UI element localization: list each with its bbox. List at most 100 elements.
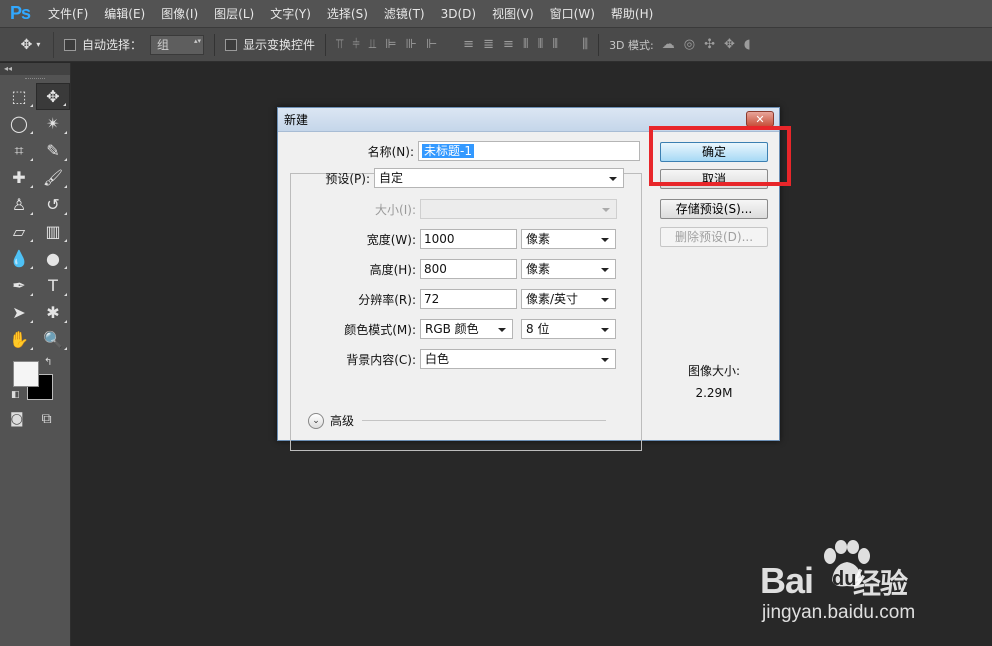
close-icon[interactable]: ✕: [746, 111, 774, 127]
flyout-indicator: [63, 103, 66, 106]
menu-file[interactable]: 文件(F): [40, 0, 96, 28]
menu-type[interactable]: 文字(Y): [262, 0, 319, 28]
width-row: 宽度(W): 1000 像素: [278, 229, 616, 249]
menu-view[interactable]: 视图(V): [484, 0, 542, 28]
align-bottom-icon[interactable]: ⫫: [369, 37, 376, 52]
auto-align-icon[interactable]: ⫼: [582, 37, 588, 52]
clone-stamp-tool-icon[interactable]: ♙: [2, 191, 36, 218]
eraser-tool-icon[interactable]: ▱: [2, 218, 36, 245]
distribute-hcenter-icon[interactable]: ⦀: [538, 37, 544, 52]
align-vcenter-icon[interactable]: ⫩: [352, 37, 359, 52]
healing-brush-tool-icon[interactable]: ✚: [2, 164, 36, 191]
resolution-input[interactable]: 72: [420, 289, 517, 309]
flyout-indicator: [64, 131, 67, 134]
color-mode-dropdown[interactable]: RGB 颜色: [420, 319, 513, 339]
highlight-annotation: [649, 126, 791, 186]
distribute-left-icon[interactable]: ⦀: [523, 37, 529, 52]
crop-tool-icon[interactable]: ⌗: [2, 137, 36, 164]
3d-mode-icons: ☁ ◎ ✣ ✥ ◖: [662, 37, 751, 52]
menu-help[interactable]: 帮助(H): [603, 0, 661, 28]
menu-edit[interactable]: 编辑(E): [96, 0, 153, 28]
toolbox-grip[interactable]: [0, 75, 70, 83]
name-input[interactable]: 未标题-1: [418, 141, 640, 161]
move-tool-icon[interactable]: ✥: [36, 83, 70, 110]
distribute-top-icon[interactable]: ≡: [463, 37, 474, 52]
menu-image[interactable]: 图像(I): [153, 0, 206, 28]
flyout-indicator: [64, 158, 67, 161]
resolution-unit-dropdown[interactable]: 像素/英寸: [521, 289, 616, 309]
watermark-jingyan: 经验: [853, 568, 908, 599]
3d-slide-icon[interactable]: ✥: [724, 37, 735, 52]
distribute-vcenter-icon[interactable]: ≣: [483, 37, 494, 52]
flyout-indicator: [30, 293, 33, 296]
distribute-right-icon[interactable]: ⦀: [552, 37, 558, 52]
align-right-icon[interactable]: ⊩: [426, 37, 437, 52]
auto-select-dropdown[interactable]: 组: [150, 34, 205, 55]
zoom-tool-icon[interactable]: 🔍: [36, 326, 70, 353]
background-label: 背景内容(C):: [346, 352, 416, 367]
pen-tool-icon[interactable]: ✒: [2, 272, 36, 299]
auto-select-checkbox[interactable]: 自动选择：: [64, 36, 142, 53]
menu-select[interactable]: 选择(S): [319, 0, 376, 28]
align-top-icon[interactable]: ⫪: [336, 37, 343, 52]
menu-layer[interactable]: 图层(L): [206, 0, 262, 28]
menu-3d[interactable]: 3D(D): [433, 0, 484, 28]
foreground-color[interactable]: [13, 361, 39, 387]
quick-mask-icon[interactable]: ◙: [10, 411, 24, 427]
lasso-tool-icon[interactable]: ◯: [2, 110, 36, 137]
background-row: 背景内容(C): 白色: [278, 349, 616, 369]
watermark-du: du: [832, 568, 857, 590]
3d-roll-icon[interactable]: ◎: [684, 37, 695, 52]
type-tool-icon[interactable]: T: [36, 272, 70, 299]
gradient-tool-icon[interactable]: ▥: [36, 218, 70, 245]
auto-select-label: 自动选择：: [82, 38, 143, 52]
baidu-watermark: Bai 经验 du jingyan.baidu.com: [760, 538, 950, 628]
eyedropper-tool-icon[interactable]: ✎: [36, 137, 70, 164]
preset-dropdown[interactable]: 自定: [374, 168, 624, 188]
brush-tool-icon[interactable]: 🖌: [36, 164, 70, 191]
toolbox-collapse-icon[interactable]: ◂◂: [0, 63, 70, 75]
height-unit-dropdown[interactable]: 像素: [521, 259, 616, 279]
flyout-indicator: [64, 266, 67, 269]
advanced-toggle[interactable]: ⌄ 高级: [308, 412, 607, 429]
flyout-indicator: [30, 212, 33, 215]
screen-mode-icon[interactable]: ⧉: [42, 411, 52, 427]
height-input[interactable]: 800: [420, 259, 517, 279]
flyout-indicator: [30, 239, 33, 242]
toolbox: ◂◂ ⬚ ✥ ◯ ✴ ⌗ ✎ ✚ 🖌 ♙ ↺ ▱ ▥ 💧 ● ✒ T ➤ ✱ ✋ 🔍 ↰ ◧ ◙ ⧉: [0, 63, 71, 646]
path-selection-tool-icon[interactable]: ➤: [2, 299, 36, 326]
menu-filter[interactable]: 滤镜(T): [376, 0, 433, 28]
bit-depth-dropdown[interactable]: 8 位: [521, 319, 616, 339]
hand-tool-icon[interactable]: ✋: [2, 326, 36, 353]
dodge-tool-icon[interactable]: ●: [36, 245, 70, 272]
background-dropdown[interactable]: 白色: [420, 349, 616, 369]
width-unit-dropdown[interactable]: 像素: [521, 229, 616, 249]
3d-rotate-icon[interactable]: ☁: [662, 37, 675, 52]
width-input[interactable]: 1000: [420, 229, 517, 249]
save-preset-button[interactable]: 存储预设(S)...: [660, 199, 768, 219]
move-tool-icon[interactable]: ✥ ▾: [8, 31, 54, 58]
menu-window[interactable]: 窗口(W): [542, 0, 603, 28]
show-transform-checkbox[interactable]: 显示变换控件: [225, 36, 315, 53]
color-mode-row: 颜色模式(M): RGB 颜色 8 位: [278, 319, 616, 339]
align-icons: ⫪ ⫩ ⫫ ⊫ ⊪ ⊩ ≡ ≣ ≡ ⦀ ⦀ ⦀ ⫼: [336, 37, 588, 52]
name-label: 名称(N):: [367, 144, 414, 159]
blur-tool-icon[interactable]: 💧: [2, 245, 36, 272]
resolution-row: 分辨率(R): 72 像素/英寸: [278, 289, 616, 309]
shape-tool-icon[interactable]: ✱: [36, 299, 70, 326]
distribute-bottom-icon[interactable]: ≡: [503, 37, 514, 52]
magic-wand-tool-icon[interactable]: ✴: [36, 110, 70, 137]
width-label: 宽度(W):: [366, 232, 416, 247]
swap-colors-icon[interactable]: ↰: [44, 357, 52, 368]
default-colors-icon[interactable]: ◧: [11, 390, 20, 400]
preset-row: 预设(P): 自定: [278, 168, 624, 188]
size-dropdown: [420, 199, 617, 219]
marquee-tool-icon[interactable]: ⬚: [2, 83, 36, 110]
history-brush-tool-icon[interactable]: ↺: [36, 191, 70, 218]
3d-scale-icon[interactable]: ◖: [744, 37, 751, 52]
3d-drag-icon[interactable]: ✣: [704, 37, 715, 52]
height-label: 高度(H):: [369, 262, 416, 277]
align-left-icon[interactable]: ⊫: [385, 37, 396, 52]
align-hcenter-icon[interactable]: ⊪: [406, 37, 417, 52]
flyout-indicator: [64, 212, 67, 215]
